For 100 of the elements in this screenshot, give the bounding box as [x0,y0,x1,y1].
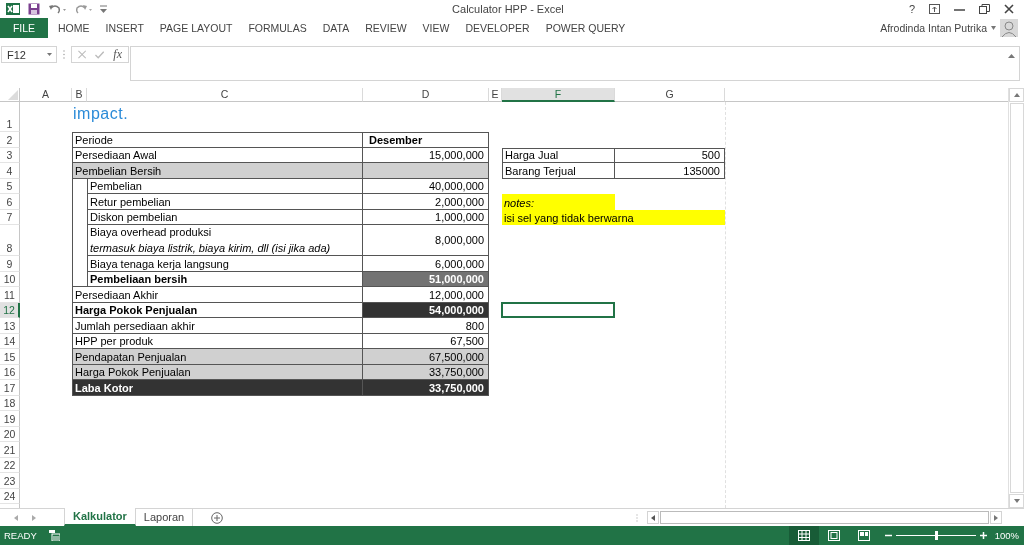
row-header[interactable]: 17 [0,380,20,396]
zoom-in-icon[interactable] [979,532,987,539]
row-header[interactable]: 1 [0,102,20,132]
row-header[interactable]: 8 [0,225,20,256]
row-header[interactable]: 20 [0,426,20,442]
row-header[interactable]: 22 [0,457,20,473]
ribbon-tab[interactable]: PAGE LAYOUT [151,22,241,34]
file-tab[interactable]: FILE [0,18,48,38]
window-title: Calculator HPP - Excel [451,3,565,15]
user-name[interactable]: Afrodinda Intan Putrika [880,22,987,34]
zoom-slider-thumb[interactable] [934,531,938,540]
row-header[interactable]: 21 [0,442,20,458]
scroll-right-button[interactable] [990,511,1002,524]
row-label: Periode [72,132,363,148]
column-header[interactable]: D [363,88,489,102]
scroll-left-icon[interactable] [14,514,18,521]
value-cell: 67,500,000 [363,349,489,365]
row-header[interactable]: 18 [0,395,20,411]
row-label: Retur pembelian [87,194,363,210]
row-label: Pembelian Bersih [72,163,363,179]
row-label: Pembelian [87,178,363,194]
row-header[interactable]: 10 [0,271,20,287]
name-box[interactable]: F12 [1,46,57,63]
value-cell: 500 [615,147,725,163]
insert-function-button[interactable]: fx [113,47,122,62]
row-label: Laba Kotor [72,380,363,396]
row-header[interactable]: 11 [0,287,20,303]
notes-text: isi sel yang tidak berwarna [502,209,725,225]
save-icon[interactable] [28,3,40,15]
ribbon-tab[interactable]: HOME [50,22,98,34]
scrollbar-thumb[interactable] [660,511,989,524]
caret-icon[interactable] [991,26,996,30]
excel-logo-icon [6,2,20,16]
value-cell: 12,000,000 [363,287,489,303]
sheet-tab[interactable]: Kalkulator [64,508,136,526]
row-header[interactable]: 7 [0,209,20,225]
customize-toolbar-icon[interactable] [100,5,107,13]
row-header[interactable]: 23 [0,473,20,489]
column-header[interactable]: A [20,88,72,102]
row-label: Pendapatan Penjualan [72,349,363,365]
up-arrow-icon [1013,93,1020,97]
ribbon-tab[interactable]: REVIEW [357,22,415,34]
macro-record-icon[interactable] [48,530,60,541]
row-label: Biaya tenaga kerja langsung [87,256,363,272]
scroll-up-button[interactable] [1009,88,1024,102]
status-mode: READY [4,530,37,541]
ribbon-tab[interactable]: POWER QUERY [537,22,634,34]
normal-view-button[interactable] [788,526,819,545]
zoom-out-icon[interactable] [884,532,892,539]
column-header[interactable]: F [502,88,615,102]
value-cell: 1,000,000 [363,209,489,225]
row-label: Harga Pokok Penjualan [72,302,363,318]
row-header[interactable]: 15 [0,349,20,365]
active-cell-outline[interactable] [501,301,615,318]
row-header[interactable]: 3 [0,147,20,163]
add-sheet-icon[interactable] [211,511,224,524]
note-text: termasuk biaya listrik, biaya kirim, dll (isi jika ada) [90,242,331,254]
row-header[interactable]: 6 [0,194,20,210]
value-cell: 6,000,000 [363,256,489,272]
row-header[interactable]: 5 [0,178,20,194]
row-label: Jumlah persediaan akhir [72,318,363,334]
restore-icon[interactable] [979,4,990,14]
column-header[interactable]: C [87,88,363,102]
formula-input-field[interactable] [130,46,1020,81]
row-header[interactable]: 24 [0,488,20,504]
ribbon-tab[interactable]: DATA [314,22,358,34]
notes-label: notes: [502,194,615,210]
separator-grip-icon [63,50,65,59]
scrollbar-thumb[interactable] [1010,103,1024,493]
undo-icon[interactable] [48,3,66,15]
row-header[interactable]: 2 [0,132,20,148]
zoom-level[interactable]: 100% [994,530,1019,541]
ribbon-tab[interactable]: DEVELOPER [457,22,538,34]
redo-icon[interactable] [74,3,92,15]
scroll-down-button[interactable] [1009,494,1024,508]
avatar-icon [1000,19,1018,37]
close-icon[interactable] [1004,4,1014,14]
column-header[interactable]: G [615,88,725,102]
view-icon [797,530,810,541]
ribbon-tab[interactable]: VIEW [414,22,458,34]
scroll-left-button[interactable] [647,511,660,524]
collapse-caret-icon[interactable] [1008,54,1015,58]
row-header[interactable]: 14 [0,333,20,349]
row-header[interactable]: 16 [0,364,20,380]
row-header[interactable]: 19 [0,411,20,427]
row-label: Barang Terjual [502,163,615,179]
row-header[interactable]: 13 [0,318,20,334]
ribbon-tab[interactable]: INSERT [97,22,152,34]
row-header[interactable]: 9 [0,256,20,272]
row-header[interactable]: 4 [0,163,20,179]
help-button[interactable]: ? [908,3,915,15]
column-header[interactable]: B [72,88,87,102]
value-cell: 800 [363,318,489,334]
check-icon[interactable] [95,50,105,59]
row-label: Harga Jual [502,147,615,163]
ribbon-display-icon[interactable] [929,4,940,14]
value-cell: 2,000,000 [363,194,489,210]
ribbon-tab[interactable]: FORMULAS [240,22,315,34]
scroll-right-icon[interactable] [32,514,36,521]
value-cell: 135000 [615,163,725,179]
